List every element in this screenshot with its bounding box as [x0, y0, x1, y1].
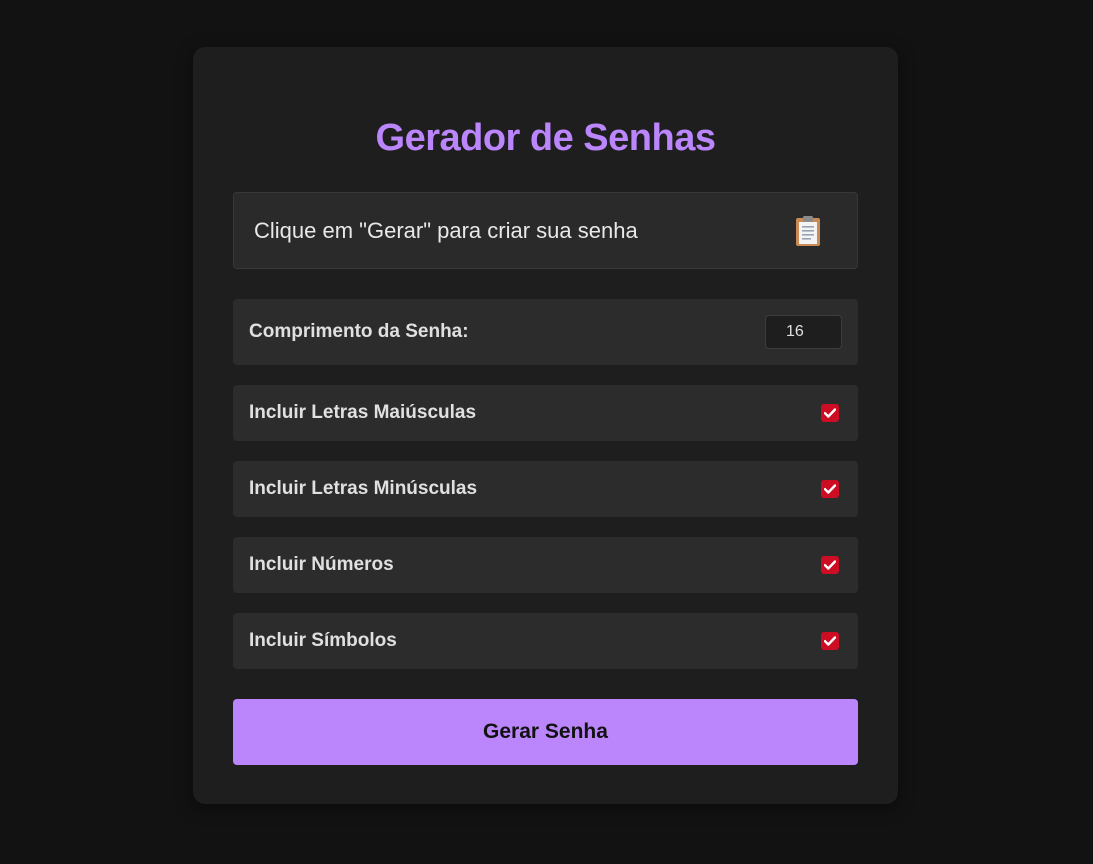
option-lowercase-label: Incluir Letras Minúsculas	[249, 478, 478, 499]
length-row: Comprimento da Senha:	[233, 299, 858, 365]
clipboard-icon	[796, 215, 820, 246]
check-icon	[824, 484, 836, 494]
lowercase-checkbox[interactable]	[821, 480, 839, 498]
page-title: Gerador de Senhas	[375, 117, 716, 159]
check-icon	[824, 636, 836, 646]
copy-button[interactable]	[795, 215, 821, 247]
password-generator-card: Gerador de Senhas Clique em "Gerar" para…	[193, 47, 898, 804]
length-label: Comprimento da Senha:	[249, 321, 469, 342]
option-lowercase[interactable]: Incluir Letras Minúsculas	[233, 461, 858, 517]
check-icon	[824, 560, 836, 570]
option-numbers-label: Incluir Números	[249, 554, 394, 575]
uppercase-checkbox[interactable]	[821, 404, 839, 422]
generate-password-button[interactable]: Gerar Senha	[233, 699, 858, 765]
option-numbers[interactable]: Incluir Números	[233, 537, 858, 593]
password-output: Clique em "Gerar" para criar sua senha	[233, 192, 858, 269]
check-icon	[824, 408, 836, 418]
numbers-checkbox[interactable]	[821, 556, 839, 574]
symbols-checkbox[interactable]	[821, 632, 839, 650]
length-input[interactable]	[765, 315, 842, 349]
option-uppercase-label: Incluir Letras Maiúsculas	[249, 402, 477, 423]
password-output-text: Clique em "Gerar" para criar sua senha	[254, 217, 638, 243]
option-symbols[interactable]: Incluir Símbolos	[233, 613, 858, 669]
option-uppercase[interactable]: Incluir Letras Maiúsculas	[233, 385, 858, 441]
option-symbols-label: Incluir Símbolos	[249, 630, 397, 651]
